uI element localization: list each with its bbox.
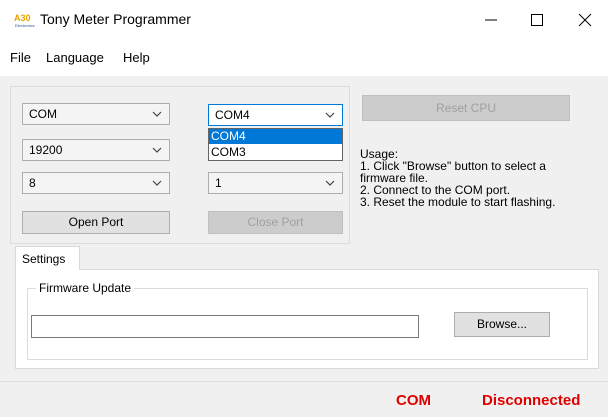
baud-rate-select[interactable]: 19200 xyxy=(22,139,170,161)
firmware-update-legend: Firmware Update xyxy=(36,281,135,295)
data-bits-value: 8 xyxy=(29,176,36,190)
com-port-dropdown: COM4 COM3 xyxy=(208,128,343,161)
browse-button[interactable]: Browse... xyxy=(454,312,550,337)
port-type-value: COM xyxy=(29,107,57,121)
status-port: COM xyxy=(396,392,431,409)
baud-rate-value: 19200 xyxy=(29,143,63,157)
stop-bits-select[interactable]: 1 xyxy=(208,172,343,194)
title-bar: A30 Electronics Tony Meter Programmer xyxy=(0,0,608,40)
svg-text:A30: A30 xyxy=(14,13,31,23)
usage-line-4: 3. Reset the module to start flashing. xyxy=(360,195,556,209)
status-connection: Disconnected xyxy=(482,392,581,409)
maximize-button[interactable] xyxy=(514,0,560,40)
window-title: Tony Meter Programmer xyxy=(40,11,191,27)
svg-text:Electronics: Electronics xyxy=(15,23,35,28)
maximize-icon xyxy=(531,14,543,26)
close-button[interactable] xyxy=(562,0,608,40)
minimize-button[interactable] xyxy=(468,0,514,40)
close-icon xyxy=(578,13,592,27)
chevron-down-icon xyxy=(325,112,335,118)
com-option-com3[interactable]: COM3 xyxy=(209,145,342,160)
menu-language[interactable]: Language xyxy=(46,50,104,65)
reset-cpu-button[interactable]: Reset CPU xyxy=(362,95,570,121)
menu-bar: File Language Help xyxy=(0,40,608,76)
firmware-path-input[interactable] xyxy=(31,315,419,338)
minimize-icon xyxy=(485,19,497,21)
usage-instructions: Usage: 1. Click "Browse" button to selec… xyxy=(360,148,600,208)
com-port-value: COM4 xyxy=(215,108,250,122)
chevron-down-icon xyxy=(325,180,335,186)
port-type-select[interactable]: COM xyxy=(22,103,170,125)
data-bits-select[interactable]: 8 xyxy=(22,172,170,194)
chevron-down-icon xyxy=(152,180,162,186)
com-option-com4[interactable]: COM4 xyxy=(209,129,342,144)
close-port-button[interactable]: Close Port xyxy=(208,211,343,234)
tab-settings[interactable]: Settings xyxy=(15,246,80,270)
menu-help[interactable]: Help xyxy=(123,50,150,65)
menu-file[interactable]: File xyxy=(10,50,31,65)
com-port-select[interactable]: COM4 xyxy=(208,104,343,126)
open-port-button[interactable]: Open Port xyxy=(22,211,170,234)
stop-bits-value: 1 xyxy=(215,176,222,190)
chevron-down-icon xyxy=(152,147,162,153)
chevron-down-icon xyxy=(152,111,162,117)
app-logo-icon: A30 Electronics xyxy=(14,13,35,28)
